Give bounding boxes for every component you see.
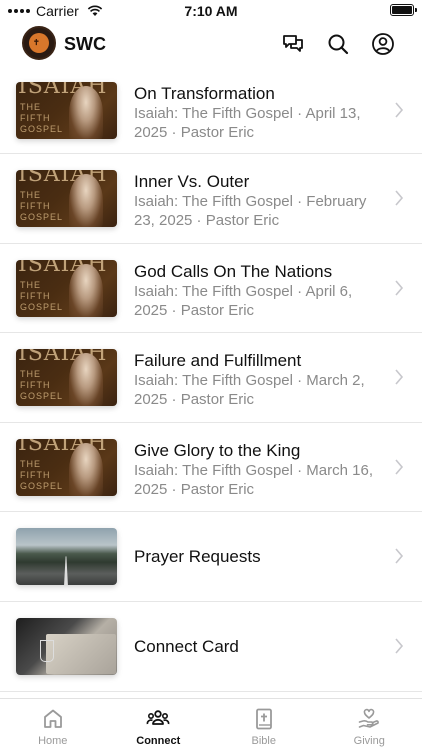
item-title: Give Glory to the King (134, 440, 301, 460)
chevron-right-icon (395, 280, 404, 296)
road-thumbnail (16, 528, 117, 586)
sermon-thumbnail: ISAIAH THE FIFTH GOSPEL (16, 438, 117, 496)
list-item[interactable]: ISAIAH THE FIFTH GOSPEL On Transformatio… (0, 66, 422, 154)
chevron-right-icon (395, 548, 404, 564)
status-time: 7:10 AM (184, 3, 238, 19)
list-item[interactable]: Connect Card (0, 602, 422, 692)
logo-mark: ✝ (33, 37, 40, 47)
giving-icon (358, 708, 380, 728)
chevron-right-icon (395, 459, 404, 475)
app-header: ✝ SWC (0, 22, 422, 66)
item-meta: Isaiah: The Fifth Gospel · April 6, 2025 … (134, 282, 353, 319)
item-title: Prayer Requests (134, 547, 261, 567)
item-meta: Isaiah: The Fifth Gospel · March 16, 2025… (134, 461, 373, 498)
tab-label: Connect (136, 735, 181, 747)
item-title: Inner Vs. Outer (134, 172, 250, 191)
chevron-right-icon (395, 190, 404, 206)
search-icon[interactable] (326, 32, 350, 56)
list-item[interactable]: ISAIAH THE FIFTH GOSPEL Inner Vs. Outer … (0, 154, 422, 244)
tab-label: Home (38, 735, 68, 747)
list-item[interactable]: Prayer Requests (0, 512, 422, 602)
people-icon (146, 710, 170, 725)
item-title: Failure and Fulfillment (134, 351, 302, 371)
profile-icon[interactable] (371, 32, 395, 56)
item-title: God Calls On The Nations (134, 261, 333, 281)
item-meta: Isaiah: The Fifth Gospel · February 23, 2… (134, 193, 367, 229)
sermon-thumbnail: ISAIAH THE FIFTH GOSPEL (16, 170, 117, 227)
list-item[interactable]: ISAIAH THE FIFTH GOSPEL Failure and Fulf… (0, 333, 422, 423)
bible-icon (255, 708, 272, 730)
list-item[interactable]: ISAIAH THE FIFTH GOSPEL God Calls On The… (0, 244, 422, 334)
sermon-thumbnail: ISAIAH THE FIFTH GOSPEL (16, 82, 117, 139)
connect-thumbnail (16, 617, 117, 675)
tab-bar: Home Connect Bible Giving (0, 698, 422, 750)
chat-icon[interactable] (281, 32, 305, 56)
item-meta: Isaiah: The Fifth Gospel · April 13, 2025… (134, 105, 361, 141)
tab-label: Bible (251, 735, 276, 747)
tab-giving[interactable]: Giving (317, 699, 422, 750)
home-icon (43, 709, 62, 728)
church-logo[interactable]: ✝ (22, 26, 56, 60)
sermon-thumbnail: ISAIAH THE FIFTH GOSPEL (16, 349, 117, 407)
tab-home[interactable]: Home (0, 699, 106, 750)
battery-icon (390, 4, 417, 16)
app-title: SWC (64, 34, 106, 54)
tab-bible[interactable]: Bible (211, 699, 317, 750)
chevron-right-icon (395, 369, 404, 385)
tab-connect[interactable]: Connect (106, 699, 212, 750)
chevron-right-icon (395, 102, 404, 118)
item-title: Connect Card (134, 636, 239, 656)
status-bar: Carrier 7:10 AM (0, 0, 422, 22)
list-item[interactable]: ISAIAH THE FIFTH GOSPEL Give Glory to th… (0, 423, 422, 513)
chevron-right-icon (395, 638, 404, 654)
sermon-thumbnail: ISAIAH THE FIFTH GOSPEL (16, 259, 117, 317)
item-meta: Isaiah: The Fifth Gospel · March 2, 2025 … (134, 372, 365, 409)
tab-label: Giving (353, 735, 385, 747)
content-list: ISAIAH THE FIFTH GOSPEL On Transformatio… (0, 66, 422, 692)
item-title: On Transformation (134, 84, 275, 103)
